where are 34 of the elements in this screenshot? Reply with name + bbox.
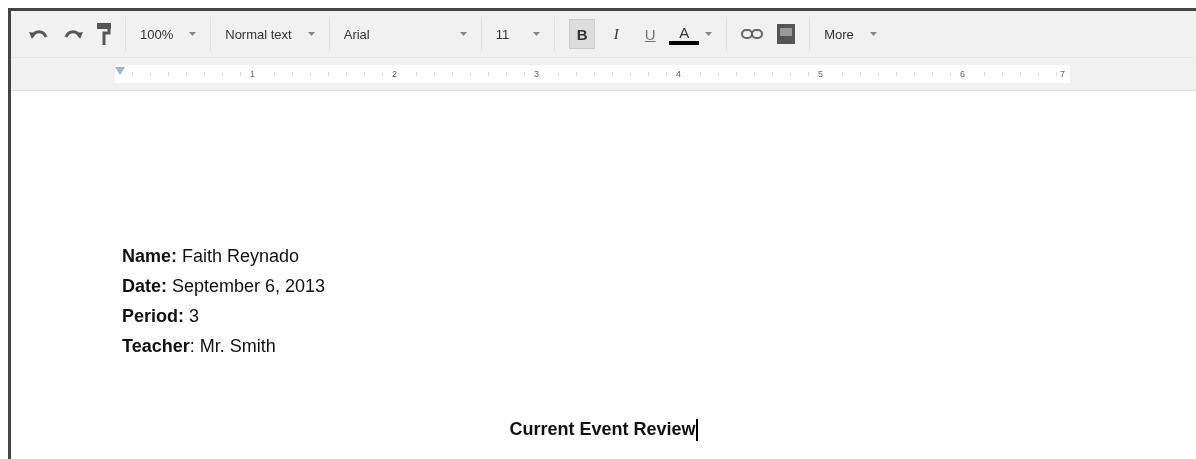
more-dropdown[interactable]: More bbox=[824, 20, 877, 48]
bold-button[interactable]: B bbox=[569, 19, 596, 49]
ruler-number: 1 bbox=[248, 69, 257, 79]
ruler-number: 3 bbox=[532, 69, 541, 79]
caret-icon bbox=[869, 32, 877, 36]
document-line: Teacher: Mr. Smith bbox=[122, 335, 277, 358]
caret-icon bbox=[307, 32, 315, 36]
italic-button[interactable]: I bbox=[603, 19, 630, 49]
font-size-dropdown[interactable]: 11 bbox=[495, 20, 541, 48]
underline-button[interactable]: U bbox=[637, 19, 664, 49]
document-line: Period: 3 bbox=[122, 305, 201, 328]
ruler-number: 6 bbox=[958, 69, 967, 79]
zoom-dropdown[interactable]: 100% bbox=[140, 20, 197, 48]
document-line: Name: Faith Reynado bbox=[122, 245, 301, 268]
caret-icon bbox=[459, 32, 467, 36]
style-dropdown[interactable]: Normal text bbox=[225, 20, 315, 48]
font-dropdown[interactable]: Arial bbox=[343, 20, 467, 48]
ruler-number: 4 bbox=[674, 69, 683, 79]
redo-icon[interactable] bbox=[63, 27, 83, 41]
caret-icon bbox=[533, 32, 541, 36]
link-icon[interactable] bbox=[741, 29, 764, 39]
undo-icon[interactable] bbox=[29, 27, 49, 41]
caret-icon bbox=[189, 32, 197, 36]
document-line: Date: September 6, 2013 bbox=[122, 275, 327, 298]
ruler-number: 5 bbox=[816, 69, 825, 79]
caret-icon bbox=[705, 32, 713, 36]
color-button[interactable]: A bbox=[671, 19, 698, 49]
paint-roller-icon[interactable] bbox=[97, 23, 111, 45]
text-cursor bbox=[695, 419, 698, 442]
comment-icon[interactable] bbox=[777, 24, 796, 44]
ruler-number: 2 bbox=[390, 69, 399, 79]
indent-marker-icon[interactable] bbox=[115, 67, 125, 75]
ruler-number: 7 bbox=[1058, 69, 1067, 79]
document-title: Current Event Review bbox=[509, 419, 696, 439]
